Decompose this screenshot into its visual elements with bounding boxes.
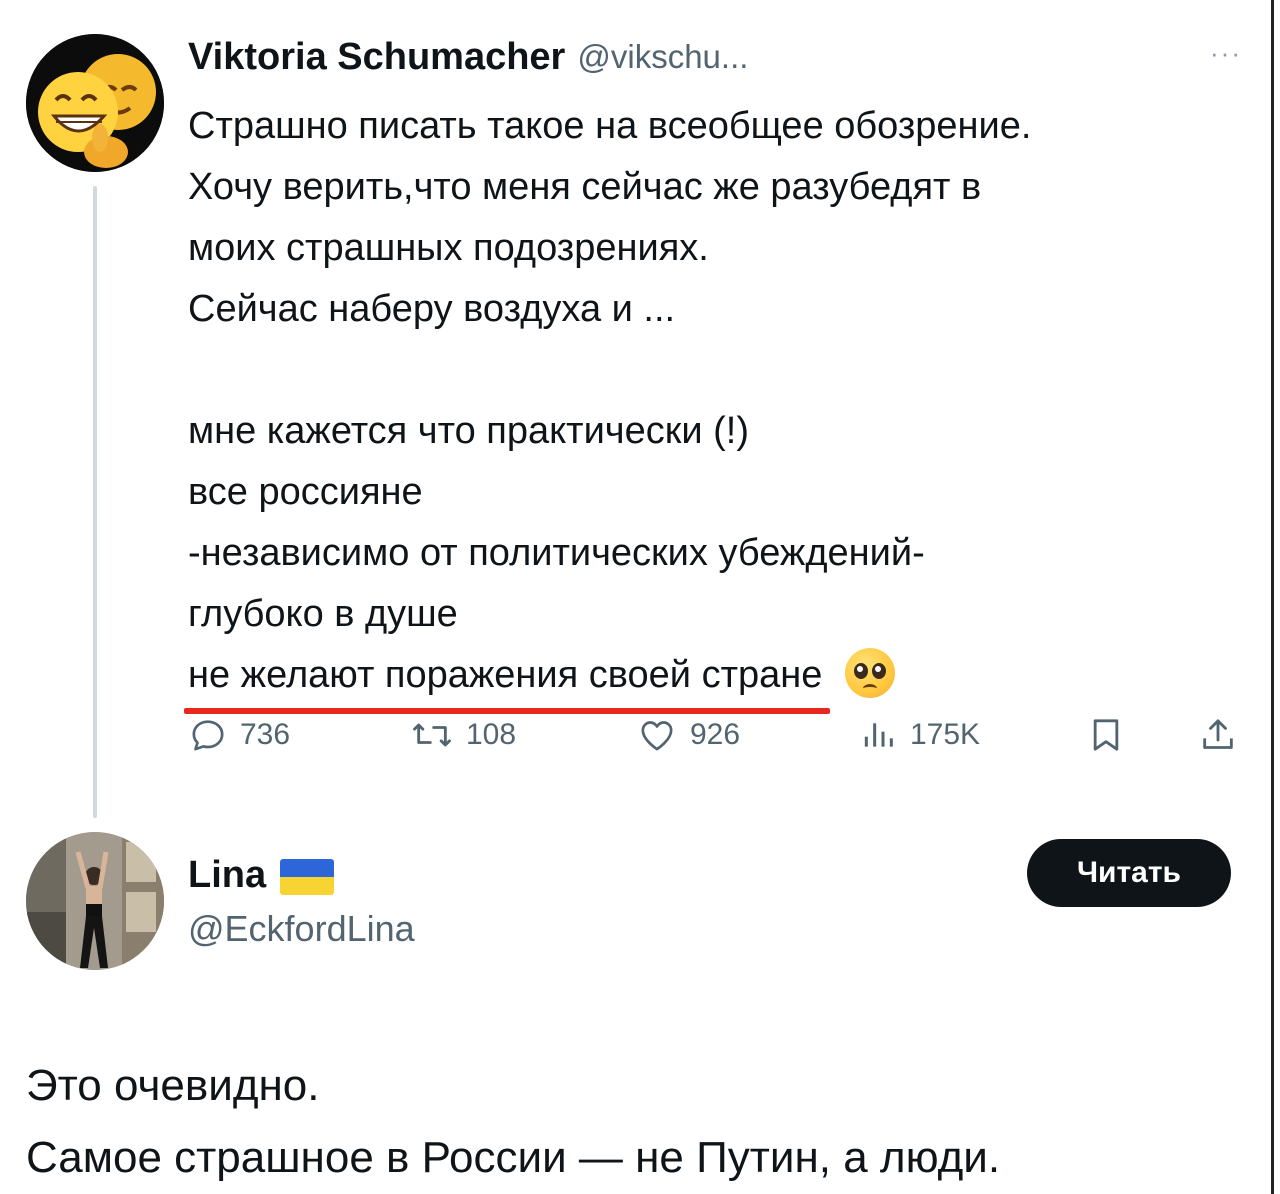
thread-connector-line	[93, 186, 97, 818]
tweet-header: Viktoria Schumacher @vikschu...	[188, 32, 748, 82]
tweet-text-line: моих страшных подозрениях.	[188, 227, 709, 269]
reply-button[interactable]: 736	[188, 712, 290, 758]
reply-icon	[192, 720, 224, 751]
bookmark-button[interactable]	[1086, 712, 1126, 758]
retweet-count: 108	[466, 718, 517, 751]
like-count: 926	[690, 718, 741, 751]
tweet-highlighted-line-row: не желают поражения своей стране	[184, 645, 1248, 714]
reply-text: Это очевидно. Самое страшное в России — …	[26, 1050, 1246, 1194]
views-count: 175K	[910, 718, 981, 751]
views-button[interactable]: 175K	[858, 712, 980, 758]
reply-author-handle[interactable]: @EckfordLina	[188, 908, 415, 950]
reply-text-line: Это очевидно.	[26, 1061, 320, 1110]
share-icon	[1203, 719, 1233, 749]
person-photo-avatar-icon	[26, 832, 164, 970]
author-name[interactable]: Viktoria Schumacher	[188, 36, 565, 79]
tweet-text-line: мне кажется что практически (!)	[188, 410, 750, 452]
tweet-text-line: Хочу верить,что меня сейчас же разубедят…	[188, 166, 982, 208]
tweet-text-line: все россияне	[188, 471, 423, 513]
author-avatar[interactable]	[26, 34, 164, 172]
reply-author-row: Lina	[188, 850, 335, 900]
tweet-text-line: Страшно писать такое на всеобщее обозрен…	[188, 105, 1032, 147]
retweet-button[interactable]: 108	[410, 712, 516, 758]
tweet-action-bar: 736 108 926 175K	[188, 712, 1248, 758]
tweet-text-line: глубоко в душе	[188, 593, 458, 635]
reply-text-line: Самое страшное в России — не Путин, а лю…	[26, 1133, 1001, 1182]
highlighted-phrase: не желают поражения своей стране	[184, 645, 831, 714]
follow-button[interactable]: Читать	[1027, 839, 1231, 907]
bookmark-icon	[1093, 719, 1119, 751]
author-handle[interactable]: @vikschu...	[577, 38, 748, 76]
pleading-face-emoji-icon	[844, 647, 895, 698]
heart-icon	[641, 721, 673, 751]
right-edge-border	[1271, 0, 1274, 1194]
retweet-icon	[413, 723, 451, 747]
ukraine-flag-icon	[280, 859, 335, 895]
tweet-text-line: Сейчас наберу воздуха и ...	[188, 288, 676, 330]
reply-author-avatar[interactable]	[26, 832, 164, 970]
share-button[interactable]	[1198, 712, 1238, 758]
tweet-text-line: -независимо от политических убеждений-	[188, 532, 925, 574]
tweet-text: Страшно писать такое на всеобщее обозрен…	[184, 96, 1248, 714]
more-options-icon[interactable]: ···	[1210, 38, 1242, 69]
grinning-emoji-avatar-icon	[26, 34, 164, 172]
like-button[interactable]: 926	[636, 712, 740, 758]
analytics-icon	[864, 723, 893, 747]
highlighted-text: не желают поражения своей стране	[188, 654, 823, 696]
reply-count: 736	[240, 718, 291, 751]
reply-author-name[interactable]: Lina	[188, 854, 266, 897]
